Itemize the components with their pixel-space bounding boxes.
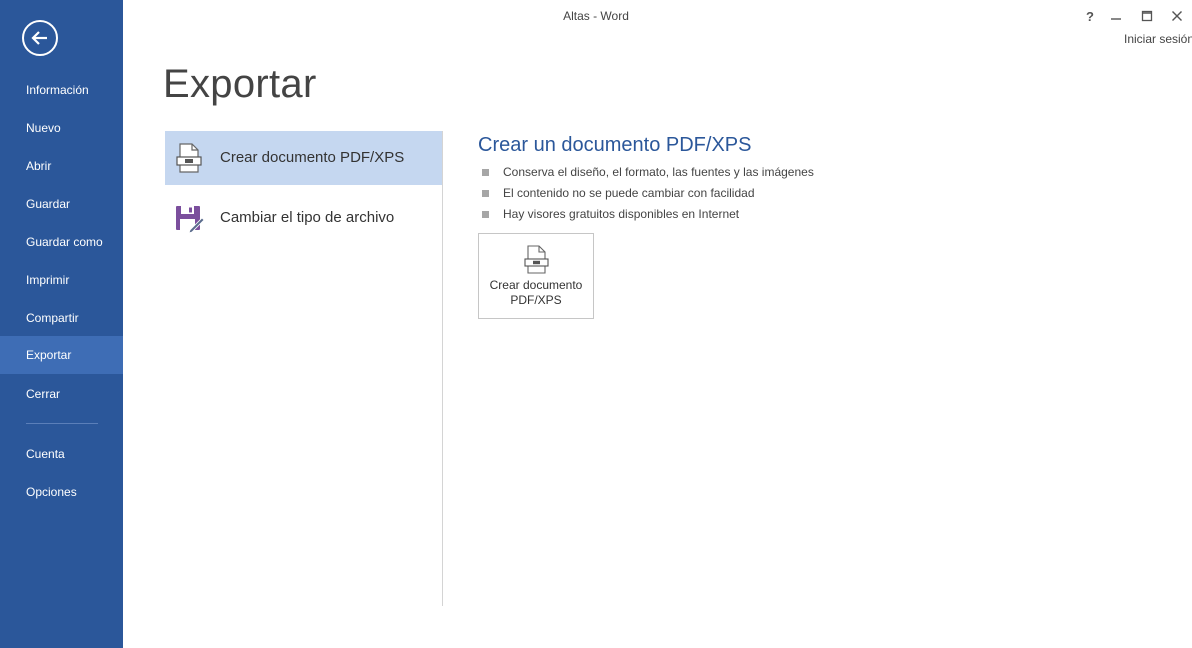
bullet-square-icon [482, 190, 489, 197]
create-pdf-xps-button-label: Crear documento PDF/XPS [479, 278, 593, 308]
bullet-square-icon [482, 169, 489, 176]
option-create-pdf-xps[interactable]: Crear documento PDF/XPS [165, 131, 442, 185]
bullet-square-icon [482, 211, 489, 218]
pane-divider [442, 131, 443, 606]
feature-list: Conserva el diseño, el formato, las fuen… [482, 162, 814, 225]
nav-guardar-como[interactable]: Guardar como [0, 223, 123, 261]
backstage-sidebar: Información Nuevo Abrir Guardar Guardar … [0, 0, 123, 648]
close-button[interactable] [1164, 5, 1190, 27]
page-title: Exportar [163, 62, 317, 106]
nav-informacion[interactable]: Información [0, 71, 123, 109]
window-title: Altas - Word [563, 9, 629, 23]
nav-abrir[interactable]: Abrir [0, 147, 123, 185]
nav-opciones[interactable]: Opciones [0, 473, 123, 511]
maximize-icon [1141, 10, 1153, 22]
list-item-text: El contenido no se puede cambiar con fac… [503, 186, 755, 200]
nav-compartir[interactable]: Compartir [0, 299, 123, 337]
list-item: El contenido no se puede cambiar con fac… [482, 183, 814, 204]
close-icon [1172, 11, 1182, 21]
nav-nuevo[interactable]: Nuevo [0, 109, 123, 147]
back-button[interactable] [22, 20, 58, 56]
nav-guardar[interactable]: Guardar [0, 185, 123, 223]
pdf-document-icon [524, 245, 549, 274]
back-arrow-icon [31, 31, 47, 45]
option-label: Crear documento PDF/XPS [220, 149, 405, 166]
detail-title: Crear un documento PDF/XPS [478, 134, 752, 156]
option-label: Cambiar el tipo de archivo [220, 209, 395, 226]
list-item: Conserva el diseño, el formato, las fuen… [482, 162, 814, 183]
list-item-text: Hay visores gratuitos disponibles en Int… [503, 207, 740, 221]
list-item: Hay visores gratuitos disponibles en Int… [482, 204, 814, 225]
nav-imprimir[interactable]: Imprimir [0, 261, 123, 299]
minimize-icon [1111, 18, 1121, 20]
help-icon: ? [1086, 8, 1094, 24]
pdf-document-icon [176, 143, 202, 173]
sidebar-divider [26, 423, 98, 424]
nav-cuenta[interactable]: Cuenta [0, 435, 123, 473]
list-item-text: Conserva el diseño, el formato, las fuen… [503, 165, 814, 179]
maximize-button[interactable] [1134, 5, 1160, 27]
button-label-line: PDF/XPS [510, 293, 562, 307]
save-as-file-type-icon [176, 206, 205, 234]
sign-in-link[interactable]: Iniciar sesión [1124, 32, 1192, 46]
nav-cerrar[interactable]: Cerrar [0, 375, 123, 413]
minimize-button[interactable] [1103, 5, 1129, 27]
help-button[interactable]: ? [1077, 5, 1103, 27]
create-pdf-xps-button[interactable]: Crear documento PDF/XPS [478, 233, 594, 319]
button-label-line: Crear documento [489, 278, 583, 292]
nav-exportar[interactable]: Exportar [0, 336, 123, 374]
option-change-file-type[interactable]: Cambiar el tipo de archivo [165, 191, 442, 245]
